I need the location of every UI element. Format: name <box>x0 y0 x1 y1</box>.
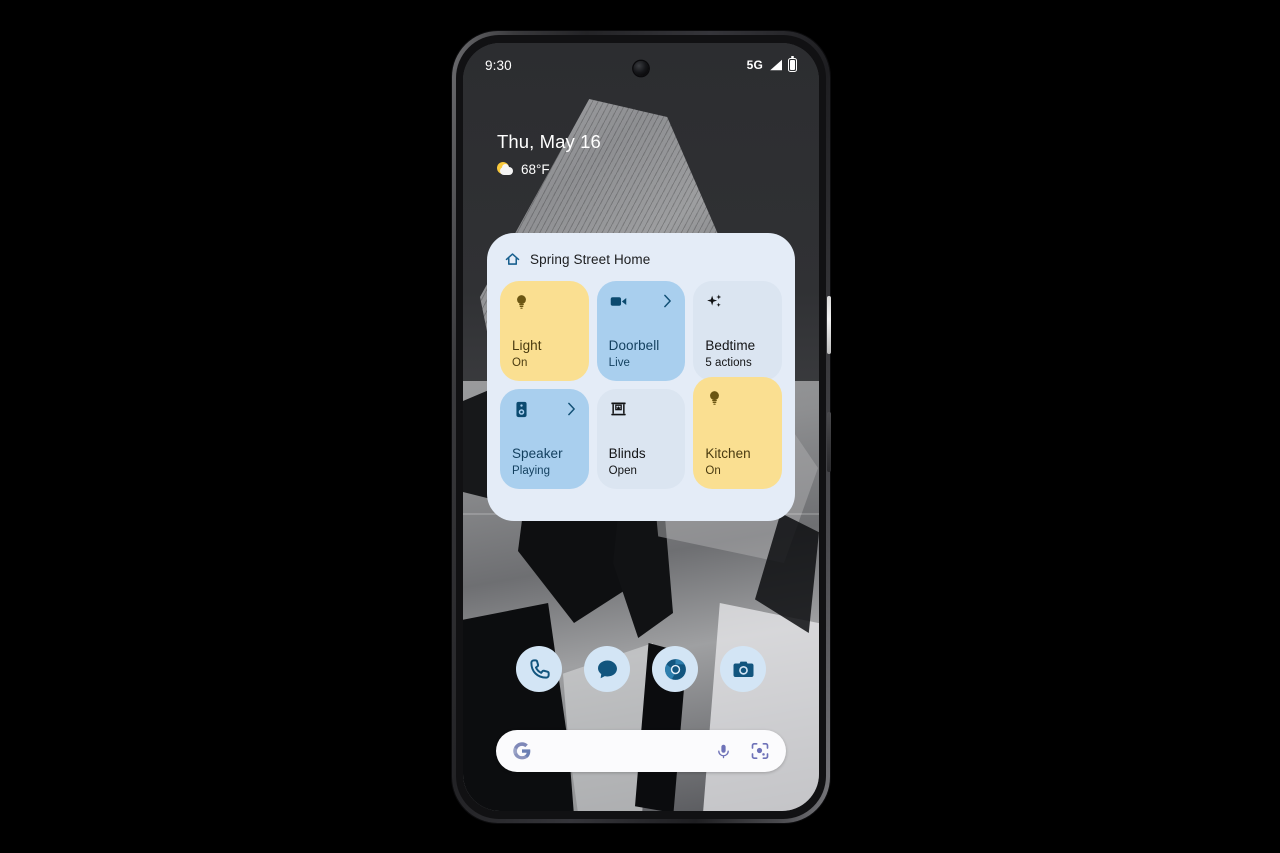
front-camera-punch-hole <box>633 61 649 76</box>
google-home-widget[interactable]: Spring Street Home Light On Doorbell Liv… <box>487 233 795 521</box>
tile-text: Doorbell Live <box>609 338 675 371</box>
tile-blinds[interactable]: Blinds Open <box>596 389 686 489</box>
google-lens-icon[interactable] <box>750 741 770 761</box>
screenshot-stage: 9:30 5G Thu, May 16 68°F Spring Street H… <box>0 0 1280 853</box>
tile-doorbell[interactable]: Doorbell Live <box>596 281 686 381</box>
speaker-icon <box>516 401 527 418</box>
tile-text: Kitchen On <box>705 446 771 479</box>
chevron-right-icon[interactable] <box>567 402 576 416</box>
wallpaper-shard <box>703 603 819 811</box>
chevron-right-icon[interactable] <box>663 294 672 308</box>
battery-full-icon <box>788 55 797 72</box>
tile-state: Playing <box>512 465 551 478</box>
date-weather-widget[interactable]: Thu, May 16 68°F <box>497 131 601 177</box>
temperature-label: 68°F <box>521 162 550 177</box>
network-type-label: 5G <box>746 58 763 72</box>
tile-text: Bedtime 5 actions <box>705 338 771 371</box>
tile-text: Speaker Playing <box>512 446 578 479</box>
tile-state: Live <box>608 357 630 370</box>
google-g-icon <box>513 742 531 760</box>
tile-top-row <box>609 400 675 419</box>
dock-app-chrome[interactable] <box>652 646 698 692</box>
dock-app-camera[interactable] <box>720 646 766 692</box>
home-outline-icon <box>505 253 520 265</box>
blinds-icon <box>611 402 626 416</box>
camera-icon <box>733 661 753 677</box>
volume-rocker-button[interactable] <box>827 412 831 472</box>
tile-kitchen[interactable]: Kitchen On <box>693 377 782 489</box>
home-name-label: Spring Street Home <box>530 251 651 267</box>
tile-speaker[interactable]: Speaker Playing <box>500 389 589 489</box>
status-time: 9:30 <box>485 57 512 73</box>
tile-state: On <box>705 465 721 478</box>
phone-screen: 9:30 5G Thu, May 16 68°F Spring Street H… <box>463 43 819 811</box>
tile-text: Blinds Open <box>609 446 675 479</box>
chrome-icon <box>664 658 686 680</box>
microphone-icon[interactable] <box>715 741 732 762</box>
tile-top-row <box>609 292 675 311</box>
lightbulb-icon <box>710 391 720 405</box>
tile-top-row <box>512 292 578 311</box>
app-dock <box>463 646 819 692</box>
tile-light[interactable]: Light On <box>500 281 589 381</box>
tile-label: Bedtime <box>705 338 756 354</box>
tile-label: Kitchen <box>705 446 751 462</box>
dock-app-phone[interactable] <box>516 646 562 692</box>
signal-bars-icon <box>770 59 782 71</box>
tile-label: Speaker <box>512 446 563 462</box>
tile-text: Light On <box>512 338 578 371</box>
tile-top-row <box>705 388 771 407</box>
current-date: Thu, May 16 <box>497 131 601 152</box>
tile-top-row <box>512 400 578 419</box>
dock-app-messages[interactable] <box>584 646 630 692</box>
weather-row[interactable]: 68°F <box>497 162 601 177</box>
tile-state: On <box>512 357 528 370</box>
tile-label: Blinds <box>608 446 646 462</box>
status-icons: 5G <box>746 55 797 72</box>
sun-behind-cloud-icon <box>497 162 514 177</box>
phone-icon <box>529 658 550 679</box>
tile-state: 5 actions <box>705 357 752 370</box>
tile-label: Doorbell <box>608 338 660 354</box>
sparkle-icon <box>707 294 722 307</box>
power-button[interactable] <box>827 296 831 354</box>
home-tile-grid: Light On Doorbell Live Bedtime 5 actions… <box>500 281 782 489</box>
home-widget-header[interactable]: Spring Street Home <box>500 246 782 272</box>
chat-bubble-icon <box>597 660 617 678</box>
tile-top-row <box>705 292 771 311</box>
tile-state: Open <box>608 465 637 478</box>
lightbulb-icon <box>517 295 526 309</box>
google-search-bar[interactable] <box>496 730 786 772</box>
videocam-icon <box>610 297 626 306</box>
tile-label: Light <box>512 338 542 354</box>
tile-bedtime[interactable]: Bedtime 5 actions <box>693 281 782 381</box>
